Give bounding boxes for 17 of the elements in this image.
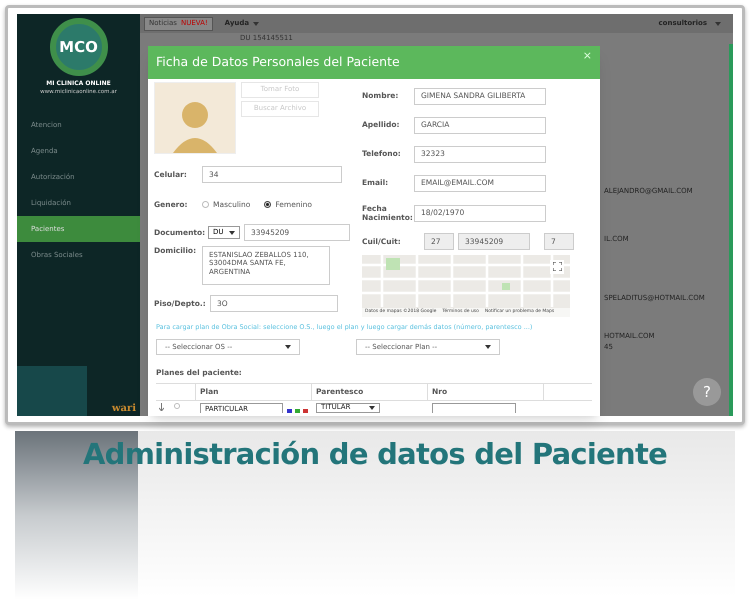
caret-icon — [253, 22, 260, 26]
caret-icon — [229, 230, 235, 234]
footer-panel — [17, 366, 87, 416]
radio-button[interactable] — [202, 201, 209, 208]
fullscreen-icon — [552, 262, 562, 271]
caret-icon — [285, 345, 291, 350]
caret-icon — [369, 406, 375, 410]
row-radio[interactable] — [174, 402, 180, 408]
caret-icon — [485, 345, 491, 350]
radio-button[interactable] — [264, 201, 272, 208]
number-field[interactable] — [432, 402, 516, 412]
caption-title: Administración de datos del Paciente — [82, 436, 668, 473]
footer-logo: wari — [112, 402, 137, 416]
drag-arrow-icon[interactable] — [159, 402, 164, 410]
fullscreen-button[interactable] — [550, 260, 564, 274]
caret-icon — [715, 22, 721, 26]
modal-title: Ficha de Datos Personales del Paciente — [156, 52, 400, 71]
